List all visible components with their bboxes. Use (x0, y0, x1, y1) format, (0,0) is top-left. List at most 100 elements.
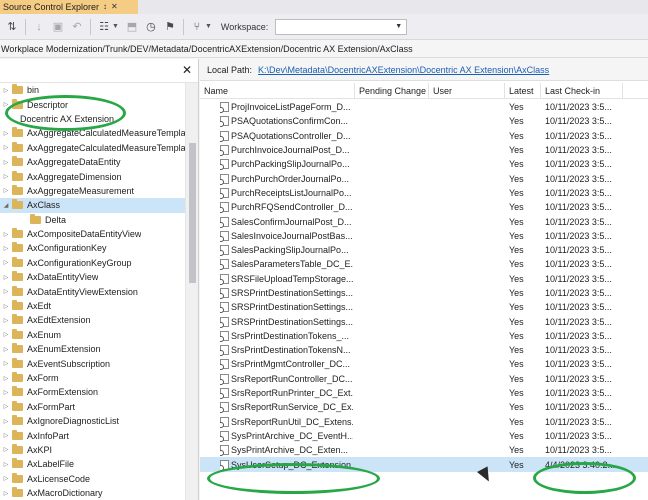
column-header-user[interactable]: User (429, 83, 505, 99)
tree-item[interactable]: ▷ AxMacroDictionary (0, 486, 186, 500)
branch-icon[interactable]: ⚑ (162, 18, 178, 36)
scrollbar-thumb[interactable] (189, 143, 196, 283)
tree-item[interactable]: ▷ AxEnumExtension (0, 342, 186, 356)
tree-item[interactable]: ▷ AxAggregateMeasurement (0, 184, 186, 198)
table-row[interactable]: SrsPrintDestinationTokensN... Yes 10/11/20… (200, 343, 648, 357)
expander-icon[interactable]: ▷ (2, 303, 10, 310)
table-row[interactable]: SrsPrintMgmtController_DC... Yes 10/11/202… (200, 357, 648, 371)
server-path-bar[interactable]: Workplace Modernization/Trunk/DEV/Metada… (0, 40, 648, 58)
tree-item[interactable]: ▷ AxAggregateCalculatedMeasureTempla (0, 141, 186, 155)
expander-icon[interactable]: ▷ (2, 403, 10, 410)
table-row[interactable]: PurchPurchOrderJournalPo... Yes 10/11/2023… (200, 171, 648, 185)
get-latest-icon[interactable]: ↓ (31, 18, 47, 36)
tree-item[interactable]: ▷ AxConfigurationKey (0, 241, 186, 255)
table-row[interactable]: SRSFileUploadTempStorage... Yes 10/11/2023… (200, 272, 648, 286)
tree-item[interactable]: ▷ AxAggregateDimension (0, 169, 186, 183)
expander-icon[interactable]: ▷ (2, 259, 10, 266)
expander-icon[interactable]: ▷ (2, 317, 10, 324)
expander-icon[interactable]: ▷ (2, 490, 10, 497)
pin-icon[interactable]: ↕ (103, 3, 107, 11)
expander-icon[interactable]: ▷ (2, 288, 10, 295)
expander-icon[interactable]: ▷ (2, 101, 10, 108)
table-row[interactable]: SRSPrintDestinationSettings... Yes 10/11/2… (200, 300, 648, 314)
tree-item[interactable]: ▷ AxEdt (0, 299, 186, 313)
expander-icon[interactable]: ▷ (2, 130, 10, 137)
table-row[interactable]: SRSPrintDestinationSettings... Yes 10/11/2… (200, 286, 648, 300)
expander-icon[interactable]: ▷ (2, 418, 10, 425)
tree-item[interactable]: ▷ AxLabelFile (0, 457, 186, 471)
sync-icon[interactable]: ⇅ (4, 18, 20, 36)
table-row[interactable]: SalesInvoiceJournalPostBas... Yes 10/11/20… (200, 229, 648, 243)
undo-icon[interactable]: ↶ (69, 18, 85, 36)
expander-icon[interactable]: ▷ (2, 389, 10, 396)
tree-item[interactable]: ▷ AxEventSubscription (0, 356, 186, 370)
expander-icon[interactable]: ▷ (2, 446, 10, 453)
expander-icon[interactable]: ▷ (2, 346, 10, 353)
table-row[interactable]: PurchPackingSlipJournalPo... Yes 10/11/202… (200, 157, 648, 171)
tool-window-tab[interactable]: Source Control Explorer ↕ ✕ (0, 0, 138, 14)
tree-item[interactable]: ▷ AxAggregateCalculatedMeasureTempla (0, 126, 186, 140)
table-row[interactable]: PurchRFQSendController_D... Yes 10/11/2023… (200, 200, 648, 214)
column-header-last-checkin[interactable]: Last Check-in (541, 83, 623, 99)
table-row[interactable]: SrsReportRunPrinter_DC_Ext... Yes 10/11/20… (200, 386, 648, 400)
column-header-latest[interactable]: Latest (505, 83, 541, 99)
table-row[interactable]: SysPrintArchive_DC_EventH... Yes 10/11/202… (200, 429, 648, 443)
tree-item[interactable]: ▷ AxIgnoreDiagnosticList (0, 414, 186, 428)
expander-icon[interactable]: ▷ (2, 173, 10, 180)
expander-icon[interactable]: ▷ (2, 475, 10, 482)
table-row[interactable]: PSAQuotationsConfirmCon... Yes 10/11/2023 … (200, 114, 648, 128)
table-row[interactable]: SrsPrintDestinationTokens_... Yes 10/11/20… (200, 329, 648, 343)
expander-icon[interactable]: ◢ (2, 202, 10, 209)
table-row[interactable]: SalesConfirmJournalPost_D... Yes 10/11/202… (200, 214, 648, 228)
workspace-dropdown[interactable]: ▼ (275, 18, 408, 35)
tree-item[interactable]: ◢ AxClass (0, 198, 186, 213)
tree-item[interactable]: ▷ AxEnum (0, 328, 186, 342)
column-header-name[interactable]: Name (200, 83, 355, 99)
table-row[interactable]: PSAQuotationsController_D... Yes 10/11/202… (200, 129, 648, 143)
tree-item[interactable]: ▷ AxCompositeDataEntityView (0, 227, 186, 241)
tree-item[interactable]: ▷ AxDataEntityView (0, 270, 186, 284)
tree-item[interactable]: Delta (0, 213, 186, 227)
tree-item[interactable]: ▷ AxLicenseCode (0, 472, 186, 486)
tree-item[interactable]: ▷ bin (0, 83, 186, 97)
expander-icon[interactable]: ▷ (2, 432, 10, 439)
tree-item[interactable]: Docentric AX Extension (0, 112, 186, 126)
tree-item[interactable]: ▷ AxForm (0, 371, 186, 385)
tree-item[interactable]: ▷ AxFormExtension (0, 385, 186, 399)
tree-item[interactable]: ▷ AxEdtExtension (0, 313, 186, 327)
table-row[interactable]: PurchReceiptsListJournalPo... Yes 10/11/20… (200, 186, 648, 200)
table-row[interactable]: ProjInvoiceListPageForm_D... Yes 10/11/202… (200, 100, 648, 114)
expander-icon[interactable]: ▷ (2, 461, 10, 468)
tree-item[interactable]: ▷ AxKPI (0, 443, 186, 457)
table-row[interactable]: SalesParametersTable_DC_E... Yes 10/11/202… (200, 257, 648, 271)
table-row[interactable]: SRSPrintDestinationSettings... Yes 10/11/2… (200, 314, 648, 328)
tree-item[interactable]: ▷ AxFormPart (0, 400, 186, 414)
chevron-down-icon[interactable]: ▼ (112, 23, 119, 30)
close-icon[interactable]: ✕ (111, 3, 118, 11)
folder-tree-scrollbar[interactable] (185, 83, 198, 500)
expander-icon[interactable]: ▷ (2, 187, 10, 194)
expander-icon[interactable]: ▷ (2, 245, 10, 252)
column-header-pending-change[interactable]: Pending Change (355, 83, 429, 99)
compare-icon[interactable]: ☷ (96, 18, 112, 36)
expander-icon[interactable]: ▷ (2, 360, 10, 367)
expander-icon[interactable]: ▷ (2, 159, 10, 166)
tree-item[interactable]: ▷ AxInfoPart (0, 428, 186, 442)
tree-item[interactable]: ▷ AxAggregateDataEntity (0, 155, 186, 169)
local-path-link[interactable]: K:\Dev\Metadata\DocentricAXExtension\Doc… (258, 65, 549, 75)
history-icon[interactable]: ◷ (143, 18, 159, 36)
expander-icon[interactable]: ▷ (2, 231, 10, 238)
expander-icon[interactable]: ▷ (2, 331, 10, 338)
tree-item[interactable]: ▷ AxConfigurationKeyGroup (0, 256, 186, 270)
tree-item[interactable]: ▷ Descriptor (0, 97, 186, 111)
table-row[interactable]: PurchInvoiceJournalPost_D... Yes 10/11/202… (200, 143, 648, 157)
merge-icon[interactable]: ⑂ (189, 18, 205, 36)
close-icon[interactable]: ✕ (182, 63, 192, 77)
tree-item[interactable]: ▷ AxDataEntityViewExtension (0, 284, 186, 298)
expander-icon[interactable]: ▷ (2, 144, 10, 151)
expander-icon[interactable]: ▷ (2, 87, 10, 94)
table-row[interactable]: SrsReportRunController_DC... Yes 10/11/202… (200, 372, 648, 386)
table-row[interactable]: SrsReportRunService_DC_Ex... Yes 10/11/202… (200, 400, 648, 414)
add-items-icon[interactable]: ⬒ (124, 18, 140, 36)
table-row[interactable]: SrsReportRunUtil_DC_Extens... Yes 10/11/20… (200, 415, 648, 429)
